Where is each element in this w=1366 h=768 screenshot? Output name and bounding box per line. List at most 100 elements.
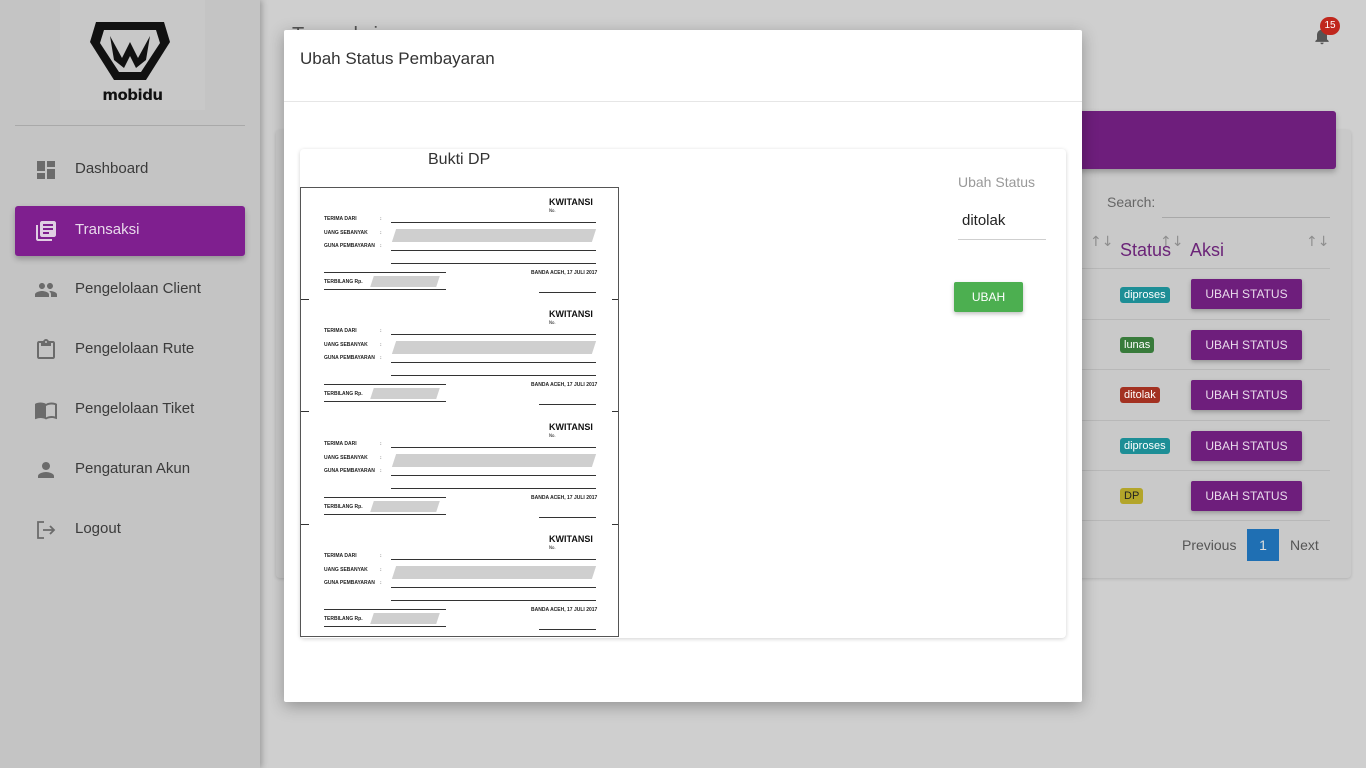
kwitansi-title: KWITANSI — [549, 534, 593, 544]
amount-field — [391, 341, 597, 354]
row-divider — [1082, 470, 1330, 471]
book-icon — [35, 402, 57, 420]
cut-mark — [301, 411, 309, 412]
row-divider — [1082, 369, 1330, 370]
ubah-status-button[interactable]: UBAH STATUS — [1191, 431, 1302, 461]
sidebar-item-pengelolaan-rute[interactable]: Pengelolaan Rute — [15, 325, 245, 375]
kwitansi-no: No. — [549, 545, 556, 550]
sort-icon[interactable]: ↑↓ — [1160, 234, 1183, 250]
status-select[interactable]: ditolak — [958, 198, 1046, 240]
kwitansi-no: No. — [549, 208, 556, 213]
line — [324, 497, 446, 498]
logo-area: mobidu — [0, 0, 260, 110]
pagination-page-1[interactable]: 1 — [1247, 529, 1279, 561]
ubah-status-button[interactable]: UBAH STATUS — [1191, 279, 1302, 309]
ubah-status-button[interactable]: UBAH STATUS — [1191, 380, 1302, 410]
clipboard-icon — [37, 339, 55, 359]
ubah-button[interactable]: UBAH — [954, 282, 1023, 312]
terbilang-field — [370, 276, 440, 287]
line — [391, 600, 596, 601]
sidebar-item-transaksi[interactable]: Transaksi — [15, 206, 245, 256]
bukti-card: Bukti DP KWITANSI No. TERIMA DARI: UANG SEB… — [300, 149, 1066, 638]
amount-field — [391, 566, 597, 579]
kwitansi-slip: KWITANSI No. TERIMA DARI: UANG SEBANYAK: GUN… — [301, 300, 618, 413]
line — [391, 263, 596, 264]
terbilang-field — [370, 613, 440, 624]
colon: : — [380, 328, 382, 334]
terima-label: TERIMA DARI — [324, 216, 357, 222]
terbilang-label: TERBILANG Rp. — [324, 391, 363, 397]
sidebar-item-label: Pengaturan Akun — [75, 460, 191, 477]
kwitansi-title: KWITANSI — [549, 422, 593, 432]
line — [391, 587, 596, 588]
ubah-status-modal: Ubah Status Pembayaran Bukti DP KWITANSI… — [284, 30, 1082, 702]
sidebar-item-dashboard[interactable]: Dashboard — [15, 145, 245, 195]
sidebar-item-label: Pengelolaan Tiket — [75, 400, 195, 417]
kwitansi-no: No. — [549, 320, 556, 325]
pagination-next[interactable]: Next — [1290, 537, 1319, 553]
sort-icon[interactable]: ↑↓ — [1090, 234, 1113, 250]
sort-icon[interactable]: ↑↓ — [1306, 234, 1329, 250]
mobidu-logo-icon — [90, 22, 170, 80]
status-badge: ditolak — [1120, 387, 1160, 403]
colon: : — [380, 216, 382, 222]
line — [324, 514, 446, 515]
logout-icon — [37, 521, 56, 539]
signature-line — [539, 629, 596, 630]
ubah-status-button[interactable]: UBAH STATUS — [1191, 330, 1302, 360]
pagination-previous[interactable]: Previous — [1182, 537, 1236, 553]
cut-mark — [612, 411, 618, 412]
column-header-aksi[interactable]: Aksi — [1190, 240, 1224, 261]
guna-label: GUNA PEMBAYARAN — [324, 243, 375, 249]
amount-field — [391, 454, 597, 467]
status-badge: lunas — [1120, 337, 1155, 353]
status-badge: diproses — [1120, 287, 1170, 303]
signature-line — [539, 292, 596, 293]
sidebar-item-label: Pengelolaan Client — [75, 280, 201, 297]
colon: : — [380, 342, 382, 348]
colon: : — [380, 580, 382, 586]
amount-field — [391, 229, 597, 242]
colon: : — [380, 553, 382, 559]
uang-label: UANG SEBANYAK — [324, 455, 368, 461]
kwitansi-title: KWITANSI — [549, 197, 593, 207]
sidebar-item-pengaturan-akun[interactable]: Pengaturan Akun — [15, 445, 245, 495]
search-input[interactable] — [1162, 186, 1330, 218]
kwitansi-date: BANDA ACEH, 17 JULI 2017 — [531, 382, 598, 388]
modal-title: Ubah Status Pembayaran — [300, 49, 495, 68]
kwitansi-slip: KWITANSI No. TERIMA DARI: UANG SEBANYAK: GUN… — [301, 413, 618, 526]
guna-label: GUNA PEMBAYARAN — [324, 468, 375, 474]
guna-label: GUNA PEMBAYARAN — [324, 580, 375, 586]
status-select-value: ditolak — [962, 212, 1006, 229]
kwitansi-title: KWITANSI — [549, 309, 593, 319]
kwitansi-no: No. — [549, 433, 556, 438]
row-divider — [1082, 520, 1330, 521]
card-header — [1060, 111, 1336, 169]
ubah-status-button[interactable]: UBAH STATUS — [1191, 481, 1302, 511]
kwitansi-date: BANDA ACEH, 17 JULI 2017 — [531, 270, 598, 276]
search-label: Search: — [1107, 194, 1156, 210]
line — [324, 626, 446, 627]
terbilang-field — [370, 388, 440, 399]
colon: : — [380, 230, 382, 236]
terbilang-label: TERBILANG Rp. — [324, 279, 363, 285]
sidebar-item-pengelolaan-tiket[interactable]: Pengelolaan Tiket — [15, 385, 245, 435]
sidebar-item-logout[interactable]: Logout — [15, 505, 245, 555]
sidebar-item-pengelolaan-client[interactable]: Pengelolaan Client — [15, 265, 245, 315]
guna-label: GUNA PEMBAYARAN — [324, 355, 375, 361]
status-select-label: Ubah Status — [958, 174, 1036, 190]
sidebar-item-label: Logout — [75, 520, 121, 537]
signature-line — [539, 404, 596, 405]
person-icon — [38, 462, 54, 478]
kwitansi-slip: KWITANSI No. TERIMA DARI: UANG SEBANYAK: GUN… — [301, 188, 618, 301]
line — [391, 475, 596, 476]
line — [391, 488, 596, 489]
row-divider — [1082, 420, 1330, 421]
notification-badge: 15 — [1320, 17, 1340, 35]
sidebar-item-label: Transaksi — [75, 221, 140, 238]
colon: : — [380, 455, 382, 461]
uang-label: UANG SEBANYAK — [324, 567, 368, 573]
brand-logo[interactable]: mobidu — [60, 0, 205, 110]
sidebar-item-label: Pengelolaan Rute — [75, 340, 195, 357]
line — [391, 334, 596, 335]
